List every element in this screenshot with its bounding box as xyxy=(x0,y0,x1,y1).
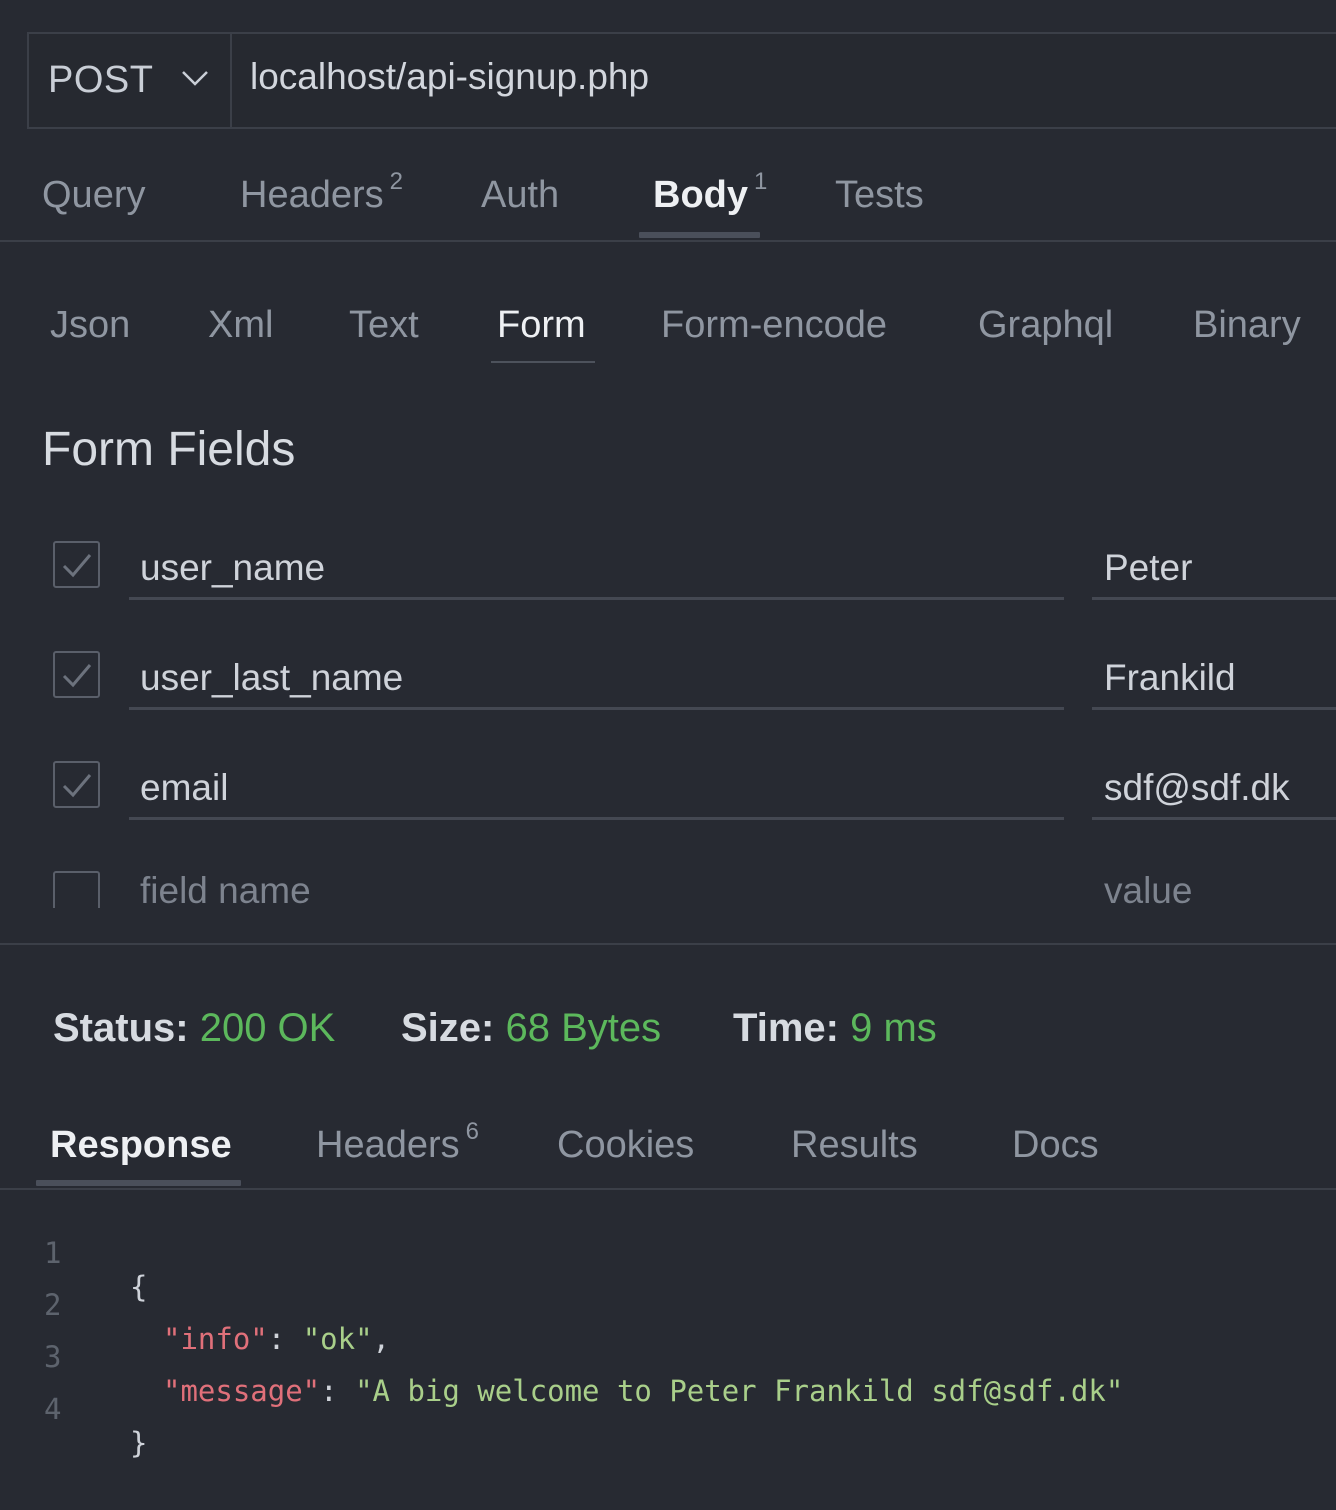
code-line: 4 } xyxy=(44,1392,148,1460)
body-type-form-encode[interactable]: Form-encode xyxy=(661,304,887,347)
time-value: 9 ms xyxy=(850,1006,937,1050)
body-type-text[interactable]: Text xyxy=(349,304,419,347)
new-field-value-input[interactable]: value xyxy=(1092,868,1336,908)
body-type-form[interactable]: Form xyxy=(497,304,586,347)
status-value: 200 OK xyxy=(199,1006,336,1050)
response-tabs: Response Headers 6 Cookies Results Docs xyxy=(0,1100,1336,1190)
new-field-checkbox[interactable] xyxy=(53,871,100,908)
field-enabled-checkbox[interactable] xyxy=(53,761,100,808)
field-name-input[interactable]: user_name xyxy=(129,538,1064,600)
body-type-graphql[interactable]: Graphql xyxy=(978,304,1113,347)
active-response-tab-indicator xyxy=(36,1180,241,1186)
url-input[interactable]: localhost/api-signup.php xyxy=(232,34,1336,127)
method-label: POST xyxy=(48,59,154,101)
tab-docs[interactable]: Docs xyxy=(1012,1124,1099,1167)
tab-results[interactable]: Results xyxy=(791,1124,918,1167)
form-row: user_last_name Frankild xyxy=(0,648,1336,728)
new-field-name-input[interactable]: field name xyxy=(129,868,1064,908)
json-string: "A big welcome to Peter Frankild sdf@sdf… xyxy=(355,1374,1124,1408)
code-line: 2 "info": "ok", xyxy=(44,1288,390,1356)
field-name-input[interactable]: user_last_name xyxy=(129,648,1064,710)
body-count-badge: 1 xyxy=(754,168,768,195)
time-item: Time: 9 ms xyxy=(733,1006,937,1050)
tab-tests[interactable]: Tests xyxy=(835,174,924,217)
line-number: 4 xyxy=(44,1392,62,1426)
method-select[interactable]: POST xyxy=(29,34,232,127)
check-icon xyxy=(62,554,92,578)
code-line: 3 "message": "A big welcome to Peter Fra… xyxy=(44,1340,1124,1408)
new-form-row: field name value xyxy=(0,868,1336,908)
active-body-type-indicator xyxy=(491,361,595,363)
field-name-input[interactable]: email xyxy=(129,758,1064,820)
json-string: "ok" xyxy=(302,1322,373,1356)
form-fields-title: Form Fields xyxy=(42,423,296,476)
tab-auth[interactable]: Auth xyxy=(481,174,559,217)
response-headers-count-badge: 6 xyxy=(465,1118,479,1145)
tab-cookies[interactable]: Cookies xyxy=(557,1124,694,1167)
size-item: Size: 68 Bytes xyxy=(401,1006,662,1050)
body-type-xml[interactable]: Xml xyxy=(208,304,273,347)
field-value-input[interactable]: sdf@sdf.dk xyxy=(1092,758,1336,820)
json-key: "info" xyxy=(163,1322,268,1356)
body-type-json[interactable]: Json xyxy=(50,304,130,347)
field-value-input[interactable]: Peter xyxy=(1092,538,1336,600)
tab-response[interactable]: Response xyxy=(50,1124,232,1167)
tab-response-headers[interactable]: Headers 6 xyxy=(316,1118,479,1167)
json-key: "message" xyxy=(163,1374,321,1408)
url-bar: POST localhost/api-signup.php xyxy=(27,32,1336,129)
request-response-divider xyxy=(0,943,1336,945)
status-item: Status: 200 OK xyxy=(53,1006,336,1050)
size-value: 68 Bytes xyxy=(505,1006,662,1050)
active-tab-indicator xyxy=(639,232,760,238)
code-line: 1 { xyxy=(44,1236,148,1304)
check-icon xyxy=(62,664,92,688)
tab-query[interactable]: Query xyxy=(42,174,145,217)
tab-headers[interactable]: Headers 2 xyxy=(240,168,403,217)
chevron-down-icon xyxy=(182,71,208,86)
body-type-binary[interactable]: Binary xyxy=(1193,304,1301,347)
check-icon xyxy=(62,774,92,798)
tab-body[interactable]: Body 1 xyxy=(653,168,767,217)
form-row: user_name Peter xyxy=(0,538,1336,618)
request-tabs: Query Headers 2 Auth Body 1 Tests xyxy=(0,142,1336,242)
headers-count-badge: 2 xyxy=(389,168,403,195)
field-enabled-checkbox[interactable] xyxy=(53,651,100,698)
form-row: email sdf@sdf.dk xyxy=(0,758,1336,838)
field-enabled-checkbox[interactable] xyxy=(53,541,100,588)
field-value-input[interactable]: Frankild xyxy=(1092,648,1336,710)
